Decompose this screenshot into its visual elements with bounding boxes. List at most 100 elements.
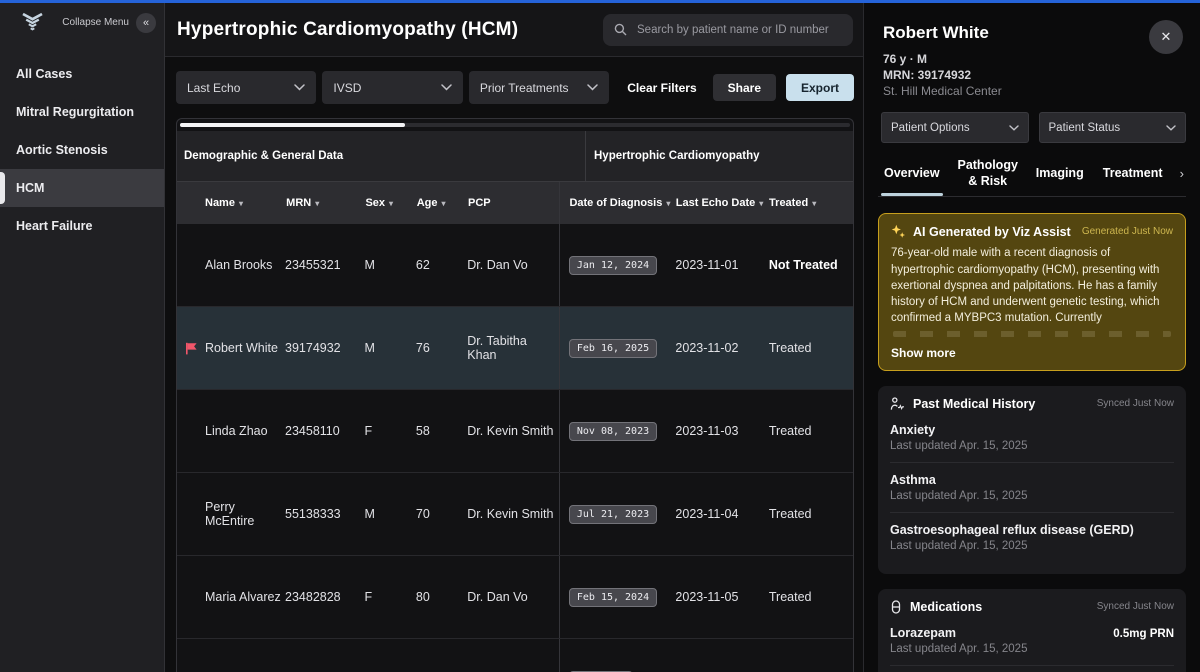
chevron-down-icon — [441, 84, 452, 91]
tabs-overflow-icon[interactable]: › — [1178, 166, 1184, 181]
chevron-down-icon — [587, 84, 598, 91]
patient-status-dropdown[interactable]: Patient Status — [1039, 112, 1187, 143]
group-header-hcm: Hypertrophic Cardiomyopathy — [585, 131, 853, 181]
cell-sex: M — [364, 341, 415, 355]
sort-icon[interactable]: ▾ — [666, 199, 670, 208]
medications-card-title: Medications — [910, 600, 982, 614]
column-header-date-of-diagnosis[interactable]: Date of Diagnosis▾ — [559, 182, 675, 224]
sidebar: Collapse Menu « All Cases Mitral Regurgi… — [0, 3, 165, 672]
filter-bar: Last Echo IVSD Prior Treatments Clear Fi… — [165, 57, 863, 116]
table-row[interactable]: Linda Zhao 23458110 F 58 Dr. Kevin Smith… — [177, 390, 853, 473]
table-row[interactable]: Maria Alvarez 23482828 F 80 Dr. Dan Vo F… — [177, 556, 853, 639]
top-accent-bar — [0, 0, 1200, 3]
pill-icon — [890, 600, 902, 614]
scrollbar-track[interactable] — [180, 123, 850, 127]
patient-facility: St. Hill Medical Center — [883, 84, 1186, 100]
collapse-menu-icon[interactable]: « — [136, 13, 156, 33]
sidebar-item-all-cases[interactable]: All Cases — [0, 55, 164, 93]
date-chip: Jul 21, 2023 — [569, 505, 657, 524]
cell-last-echo-date: 2023-11-01 — [675, 258, 768, 272]
medications-card: Medications Synced Just Now Lorazepam 0.… — [878, 589, 1186, 672]
sort-icon[interactable]: ▾ — [812, 199, 816, 208]
cell-treated: Treated — [769, 341, 853, 355]
medication-dose: 0.5mg PRN — [1113, 628, 1174, 640]
cell-mrn: 39174932 — [285, 341, 364, 355]
ai-summary-faded-line — [893, 331, 1171, 337]
show-more-button[interactable]: Show more — [891, 346, 1173, 360]
cell-age: 70 — [416, 507, 467, 521]
sidebar-item-mitral-regurgitation[interactable]: Mitral Regurgitation — [0, 93, 164, 131]
patient-table: Demographic & General Data Hypertrophic … — [176, 118, 854, 672]
filter-prior-treatments[interactable]: Prior Treatments — [469, 71, 609, 104]
cell-age: 58 — [416, 424, 467, 438]
sidebar-item-label: Mitral Regurgitation — [16, 105, 134, 119]
viz-logo-icon — [20, 12, 45, 33]
cell-sex: M — [364, 507, 415, 521]
cell-pcp: Dr. Kevin Smith — [467, 507, 559, 521]
table-row[interactable]: Alan Brooks 23455321 M 62 Dr. Dan Vo Jan… — [177, 224, 853, 307]
history-item: Gastroesophageal reflux disease (GERD) L… — [890, 522, 1174, 562]
sort-icon[interactable]: ▾ — [315, 199, 319, 208]
table-horizontal-scrollbar — [177, 119, 853, 131]
column-header-sex[interactable]: Sex▾ — [365, 197, 416, 209]
filter-ivsd[interactable]: IVSD — [322, 71, 462, 104]
filter-last-echo[interactable]: Last Echo — [176, 71, 316, 104]
cell-pcp: Dr. Dan Vo — [467, 258, 559, 272]
export-button[interactable]: Export — [786, 74, 854, 101]
sidebar-item-heart-failure[interactable]: Heart Failure — [0, 207, 164, 245]
search-input[interactable] — [635, 23, 842, 37]
sidebar-item-label: All Cases — [16, 67, 72, 81]
sort-icon[interactable]: ▾ — [389, 199, 393, 208]
patient-name: Robert White — [883, 23, 1186, 43]
medication-item: Lorazepam 0.5mg PRN Last updated Apr. 15… — [890, 625, 1174, 666]
history-sync-status: Synced Just Now — [1097, 398, 1174, 409]
sort-icon[interactable]: ▾ — [759, 199, 763, 208]
scrollbar-thumb[interactable] — [180, 123, 405, 127]
sidebar-item-aortic-stenosis[interactable]: Aortic Stenosis — [0, 131, 164, 169]
search-icon — [614, 23, 627, 36]
column-header-mrn[interactable]: MRN▾ — [286, 197, 365, 209]
share-button[interactable]: Share — [713, 74, 776, 101]
tab-treatment[interactable]: Treatment — [1099, 151, 1167, 196]
sort-icon[interactable]: ▾ — [239, 199, 243, 208]
table-row[interactable]: Perry McEntire 55138333 M 70 Dr. Kevin S… — [177, 473, 853, 556]
table-row[interactable] — [177, 639, 853, 672]
patient-options-dropdown[interactable]: Patient Options — [881, 112, 1029, 143]
column-header-pcp[interactable]: PCP — [468, 197, 559, 209]
page-title: Hypertrophic Cardiomyopathy (HCM) — [177, 19, 518, 41]
cell-mrn: 55138333 — [285, 507, 364, 521]
tab-imaging[interactable]: Imaging — [1032, 151, 1088, 196]
sort-icon[interactable]: ▾ — [442, 199, 446, 208]
table-row-selected[interactable]: Robert White 39174932 M 76 Dr. Tabitha K… — [177, 307, 853, 390]
group-header-demographic: Demographic & General Data — [177, 150, 585, 162]
column-header-treated[interactable]: Treated▾ — [769, 197, 853, 209]
date-chip: Feb 15, 2024 — [569, 588, 657, 607]
ai-summary-card: AI Generated by Viz Assist Generated Jus… — [878, 213, 1186, 370]
clear-filters-button[interactable]: Clear Filters — [627, 81, 696, 95]
patient-detail-panel: ✕ Robert White 76 y · M MRN: 39174932 St… — [863, 3, 1200, 672]
cell-sex: F — [364, 590, 415, 604]
search-box[interactable] — [603, 14, 853, 46]
past-medical-history-card: Past Medical History Synced Just Now Anx… — [878, 386, 1186, 574]
history-item: Anxiety Last updated Apr. 15, 2025 — [890, 422, 1174, 463]
chevron-down-icon — [1166, 125, 1176, 131]
cell-treated: Treated — [769, 424, 853, 438]
date-chip: Nov 08, 2023 — [569, 422, 657, 441]
patient-actions: Patient Options Patient Status — [881, 112, 1186, 143]
patient-history-icon — [890, 397, 905, 411]
cell-name: Alan Brooks — [205, 258, 272, 272]
history-card-title: Past Medical History — [913, 397, 1035, 411]
cell-pcp: Dr. Tabitha Khan — [467, 334, 559, 362]
tab-overview[interactable]: Overview — [880, 151, 944, 196]
cell-age: 62 — [416, 258, 467, 272]
close-icon[interactable]: ✕ — [1149, 20, 1183, 54]
column-header-last-echo-date[interactable]: Last Echo Date▾ — [676, 197, 769, 209]
column-header-age[interactable]: Age▾ — [417, 197, 468, 209]
ai-card-title: AI Generated by Viz Assist — [913, 225, 1071, 239]
sidebar-item-hcm[interactable]: HCM — [0, 169, 164, 207]
column-header-name[interactable]: Name▾ — [177, 197, 286, 209]
cell-mrn: 23482828 — [285, 590, 364, 604]
cell-last-echo-date: 2023-11-05 — [675, 590, 768, 604]
cell-pcp: Dr. Kevin Smith — [467, 424, 559, 438]
tab-pathology-risk[interactable]: Pathology & Risk — [955, 151, 1021, 196]
